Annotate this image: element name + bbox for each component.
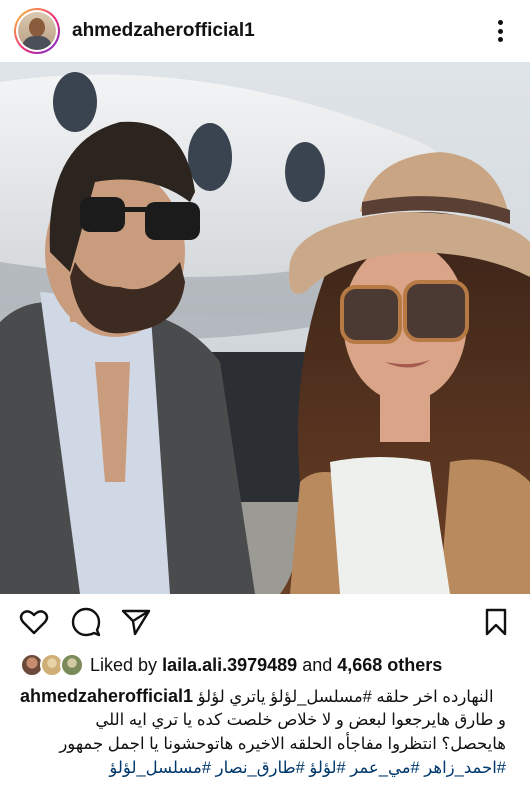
avatar-ring	[16, 10, 58, 52]
likes-others[interactable]: 4,668 others	[337, 655, 442, 675]
liker-username[interactable]: laila.ali.3979489	[162, 655, 297, 675]
likes-prefix: Liked by	[90, 655, 158, 675]
photo-illustration	[0, 62, 530, 594]
liker-avatar[interactable]	[60, 653, 84, 677]
likes-row: Liked by laila.ali.3979489 and 4,668 oth…	[0, 652, 530, 680]
post-username[interactable]: ahmedzaherofficial1	[72, 20, 255, 42]
avatar-body	[22, 36, 52, 50]
bookmark-icon[interactable]	[480, 606, 512, 638]
caption-username[interactable]: ahmedzaherofficial1	[20, 686, 193, 706]
caption-hashtags[interactable]: #احمد_زاهر #مي_عمر #لؤلؤ #طارق_نصار #مسل…	[20, 756, 506, 780]
caption-line-1: ahmedzaherofficial1 النهارده اخر حلقه #م…	[20, 684, 506, 708]
avatar-image	[18, 12, 56, 50]
post-header: ahmedzaherofficial1	[0, 0, 530, 62]
comment-icon[interactable]	[70, 606, 102, 638]
send-icon[interactable]	[120, 606, 152, 638]
avatar[interactable]	[14, 8, 60, 54]
post-photo[interactable]	[0, 62, 530, 594]
caption-line-3: هايحصل؟ انتظروا مفاجأه الحلقه الاخيره ها…	[59, 735, 506, 753]
heart-icon[interactable]	[18, 606, 50, 638]
avatar-head	[29, 18, 45, 37]
likes-summary: Liked by laila.ali.3979489 and 4,668 oth…	[90, 655, 442, 676]
action-bar	[0, 594, 530, 650]
caption: ahmedzaherofficial1 النهارده اخر حلقه #م…	[20, 684, 506, 780]
caption-text-1: النهارده اخر حلقه #مسلسل_لؤلؤ ياتري لؤلؤ	[197, 688, 494, 706]
more-vertical-icon[interactable]	[498, 20, 504, 42]
likes-and: and	[302, 655, 333, 675]
caption-line-2: و طارق هايرجعوا لبعض و لا خلاص خلصت كده …	[95, 711, 506, 729]
